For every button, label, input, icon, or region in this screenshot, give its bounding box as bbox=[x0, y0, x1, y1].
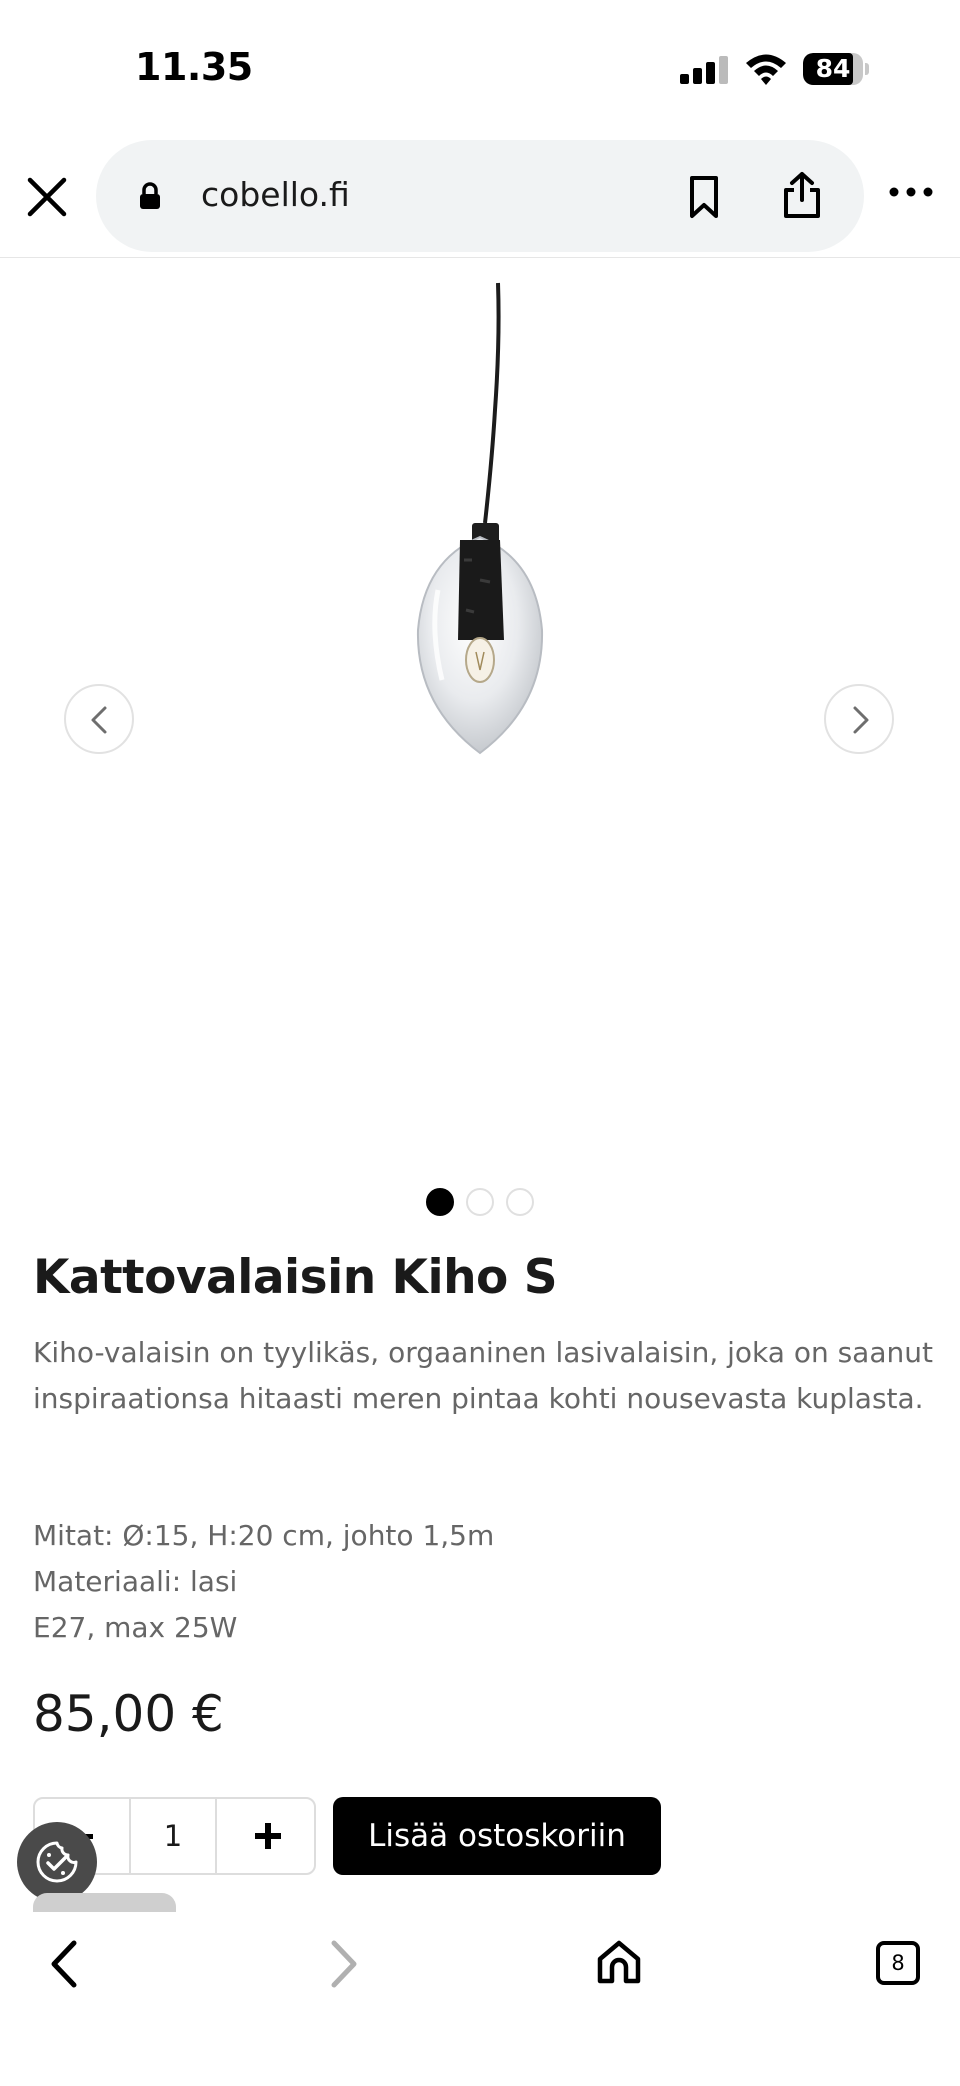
close-icon[interactable] bbox=[22, 172, 72, 222]
bookmark-icon[interactable] bbox=[684, 174, 724, 220]
more-icon[interactable] bbox=[888, 182, 934, 202]
gallery-pagination bbox=[426, 1188, 536, 1218]
product-title: Kattovalaisin Kiho S bbox=[33, 1250, 558, 1305]
spec-material: Materiaali: lasi bbox=[33, 1565, 238, 1598]
battery-icon: 84 bbox=[803, 53, 869, 85]
status-time: 11.35 bbox=[135, 45, 253, 89]
quantity-input[interactable]: 1 bbox=[131, 1799, 217, 1873]
cookie-consent-icon bbox=[36, 1841, 78, 1883]
product-price: 85,00 € bbox=[33, 1685, 224, 1743]
gallery-dot-1[interactable] bbox=[426, 1188, 454, 1216]
gallery-dot-3[interactable] bbox=[506, 1188, 534, 1216]
status-bar: 11.35 84 bbox=[0, 0, 960, 130]
chevron-left-icon bbox=[91, 706, 107, 734]
wifi-icon bbox=[746, 54, 786, 85]
lock-icon bbox=[140, 182, 160, 209]
tabs-icon[interactable]: 8 bbox=[876, 1941, 920, 1985]
address-bar[interactable]: cobello.fi bbox=[96, 140, 864, 252]
browser-toolbar: cobello.fi bbox=[0, 130, 960, 258]
spec-dimensions: Mitat: Ø:15, H:20 cm, johto 1,5m bbox=[33, 1519, 495, 1552]
spec-bulb: E27, max 25W bbox=[33, 1611, 238, 1644]
gallery-prev-button[interactable] bbox=[64, 684, 134, 754]
tab-count: 8 bbox=[891, 1951, 905, 1975]
chevron-right-icon bbox=[853, 706, 869, 734]
gallery-dot-2[interactable] bbox=[466, 1188, 494, 1216]
back-icon[interactable] bbox=[44, 1939, 84, 1989]
quantity-increase-button[interactable] bbox=[219, 1799, 316, 1873]
url-text[interactable]: cobello.fi bbox=[201, 175, 350, 214]
product-specs: Mitat: Ø:15, H:20 cm, johto 1,5m Materia… bbox=[33, 1513, 933, 1651]
share-icon[interactable] bbox=[780, 170, 824, 220]
product-gallery[interactable] bbox=[0, 260, 960, 1220]
home-icon[interactable] bbox=[596, 1939, 642, 1985]
gallery-next-button[interactable] bbox=[824, 684, 894, 754]
cookie-settings-button[interactable] bbox=[17, 1822, 97, 1902]
product-description: Kiho-valaisin on tyylikäs, orgaaninen la… bbox=[33, 1336, 933, 1415]
cellular-signal-icon bbox=[680, 56, 730, 84]
browser-bottom-bar: 8 bbox=[0, 1912, 960, 2086]
product-image bbox=[416, 282, 544, 755]
add-to-cart-button[interactable]: Lisää ostoskoriin bbox=[333, 1797, 661, 1875]
forward-icon[interactable] bbox=[324, 1939, 364, 1989]
battery-percent: 84 bbox=[815, 54, 851, 83]
